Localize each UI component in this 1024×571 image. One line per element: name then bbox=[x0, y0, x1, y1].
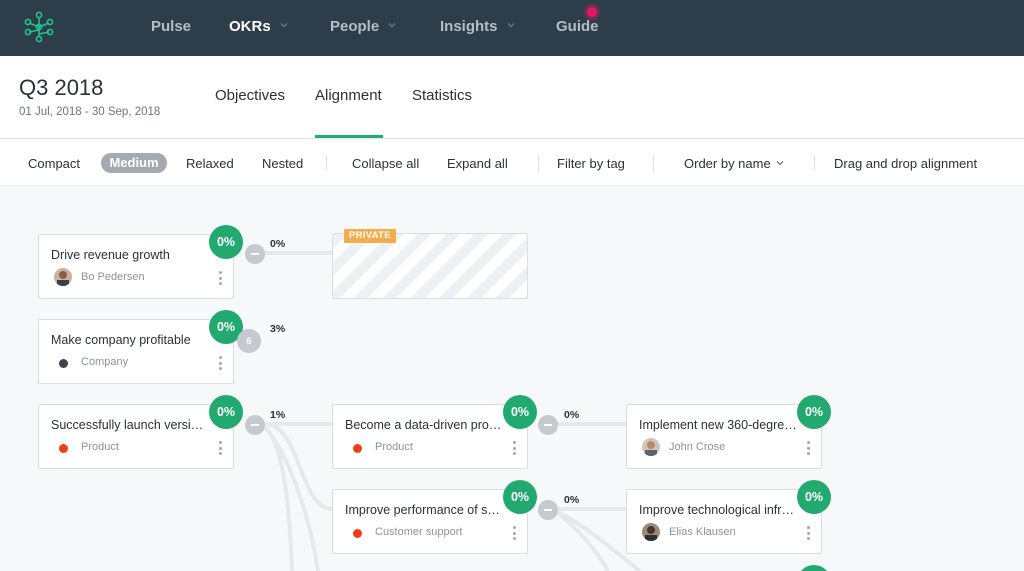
active-tab-indicator bbox=[315, 135, 383, 138]
nav-item-label: Pulse bbox=[151, 18, 192, 35]
team-color-dot bbox=[59, 359, 68, 368]
progress-badge: 0% bbox=[503, 480, 537, 514]
minus-icon bbox=[251, 253, 259, 255]
objective-card[interactable]: Implement new 360-degree feedback John C… bbox=[626, 404, 822, 469]
page-header: Q3 2018 01 Jul, 2018 - 30 Sep, 2018 Obje… bbox=[0, 56, 1024, 139]
tab-statistics[interactable]: Statistics bbox=[412, 87, 472, 104]
chevron-down-icon bbox=[507, 23, 514, 28]
objective-card[interactable]: Successfully launch version 2.0 Product bbox=[38, 404, 234, 469]
objective-title: Drive revenue growth bbox=[51, 248, 170, 262]
avatar bbox=[642, 438, 660, 456]
period-date-range: 01 Jul, 2018 - 30 Sep, 2018 bbox=[19, 106, 161, 118]
toolbar-divider bbox=[814, 155, 815, 171]
minus-icon bbox=[544, 509, 552, 511]
order-by-label: Order by name bbox=[684, 156, 771, 171]
children-progress: 3% bbox=[270, 323, 286, 335]
notification-dot bbox=[587, 7, 597, 17]
more-options-icon[interactable] bbox=[219, 356, 223, 372]
collapse-toggle-button[interactable] bbox=[538, 415, 558, 435]
objective-owner: John Crose bbox=[669, 441, 726, 453]
density-compact-button[interactable]: Compact bbox=[28, 156, 80, 171]
density-medium-button[interactable]: Medium bbox=[101, 153, 167, 173]
chevron-down-icon bbox=[388, 23, 396, 28]
nav-item-people[interactable]: People bbox=[330, 0, 396, 56]
collapse-toggle-button[interactable] bbox=[245, 244, 265, 264]
avatar bbox=[54, 268, 72, 286]
top-navigation: Pulse OKRs People Insights Guide bbox=[0, 0, 1024, 56]
toolbar-divider bbox=[538, 155, 539, 171]
tree-logo-icon[interactable] bbox=[24, 11, 54, 43]
objective-title: Make company profitable bbox=[51, 333, 191, 347]
collapse-toggle-button[interactable] bbox=[538, 500, 558, 520]
progress-badge: 0% bbox=[797, 480, 831, 514]
alignment-toolbar: Compact Medium Relaxed Nested Collapse a… bbox=[0, 140, 1024, 186]
objective-owner: Customer support bbox=[375, 526, 463, 538]
alignment-canvas: Drive revenue growth Bo Pedersen 0% 0% P… bbox=[0, 187, 1024, 571]
toolbar-divider bbox=[326, 155, 327, 171]
children-progress: 0% bbox=[564, 409, 580, 421]
nav-item-insights[interactable]: Insights bbox=[440, 0, 515, 56]
objective-title: Improve technological infrastructure bbox=[639, 503, 797, 517]
more-options-icon[interactable] bbox=[219, 441, 223, 457]
team-color-dot bbox=[353, 444, 362, 453]
objective-owner: Bo Pedersen bbox=[81, 271, 145, 283]
objective-card[interactable]: Improve technological infrastructure Eli… bbox=[626, 489, 822, 554]
density-nested-button[interactable]: Nested bbox=[262, 156, 303, 171]
chevron-down-icon bbox=[280, 23, 288, 28]
filter-by-tag-button[interactable]: Filter by tag bbox=[557, 156, 625, 171]
more-options-icon[interactable] bbox=[219, 271, 223, 287]
expand-toggle-button[interactable]: 6 bbox=[237, 329, 261, 353]
objective-owner: Product bbox=[81, 441, 119, 453]
nav-item-label: Guide bbox=[556, 18, 599, 35]
nav-item-okrs[interactable]: OKRs bbox=[229, 0, 288, 56]
more-options-icon[interactable] bbox=[807, 441, 811, 457]
nav-item-pulse[interactable]: Pulse bbox=[151, 0, 191, 56]
objective-owner: Product bbox=[375, 441, 413, 453]
children-progress: 0% bbox=[564, 494, 580, 506]
minus-icon bbox=[251, 424, 259, 426]
objective-title: Successfully launch version 2.0 bbox=[51, 418, 209, 432]
order-by-dropdown[interactable]: Order by name bbox=[684, 156, 784, 171]
more-options-icon[interactable] bbox=[807, 526, 811, 542]
drag-drop-alignment-button[interactable]: Drag and drop alignment bbox=[834, 156, 977, 171]
more-options-icon[interactable] bbox=[513, 526, 517, 542]
objective-card[interactable]: Make company profitable Company bbox=[38, 319, 234, 384]
objective-card[interactable]: Become a data-driven product team Produc… bbox=[332, 404, 528, 469]
private-badge: PRIVATE bbox=[344, 229, 396, 243]
nav-item-label: Insights bbox=[440, 18, 498, 35]
objective-title: Implement new 360-degree feedback bbox=[639, 418, 797, 432]
objective-card[interactable]: Drive revenue growth Bo Pedersen bbox=[38, 234, 234, 299]
page-title: Q3 2018 bbox=[19, 75, 104, 100]
children-progress: 1% bbox=[270, 409, 286, 421]
objective-owner: Company bbox=[81, 356, 129, 368]
more-options-icon[interactable] bbox=[513, 441, 517, 457]
progress-badge: 0% bbox=[797, 395, 831, 429]
children-progress: 0% bbox=[270, 238, 286, 250]
progress-badge: 0% bbox=[209, 395, 243, 429]
minus-icon bbox=[544, 424, 552, 426]
team-color-dot bbox=[59, 444, 68, 453]
density-relaxed-button[interactable]: Relaxed bbox=[186, 156, 234, 171]
nav-item-label: People bbox=[330, 18, 380, 35]
collapse-all-button[interactable]: Collapse all bbox=[352, 156, 419, 171]
chevron-down-icon bbox=[776, 161, 784, 166]
objective-title: Become a data-driven product team bbox=[345, 418, 503, 432]
avatar bbox=[642, 523, 660, 541]
collapse-toggle-button[interactable] bbox=[245, 415, 265, 435]
objective-card[interactable]: Improve performance of support team Cust… bbox=[332, 489, 528, 554]
toolbar-divider bbox=[653, 155, 654, 171]
tab-objectives[interactable]: Objectives bbox=[215, 87, 285, 104]
progress-badge: 0% bbox=[503, 395, 537, 429]
objective-title: Improve performance of support team bbox=[345, 503, 503, 517]
objective-owner: Elias Klausen bbox=[669, 526, 736, 538]
nav-item-label: OKRs bbox=[229, 18, 271, 35]
tab-alignment[interactable]: Alignment bbox=[315, 87, 382, 104]
expand-all-button[interactable]: Expand all bbox=[447, 156, 508, 171]
progress-badge: 0% bbox=[209, 225, 243, 259]
children-count: 6 bbox=[246, 336, 252, 346]
team-color-dot bbox=[353, 529, 362, 538]
